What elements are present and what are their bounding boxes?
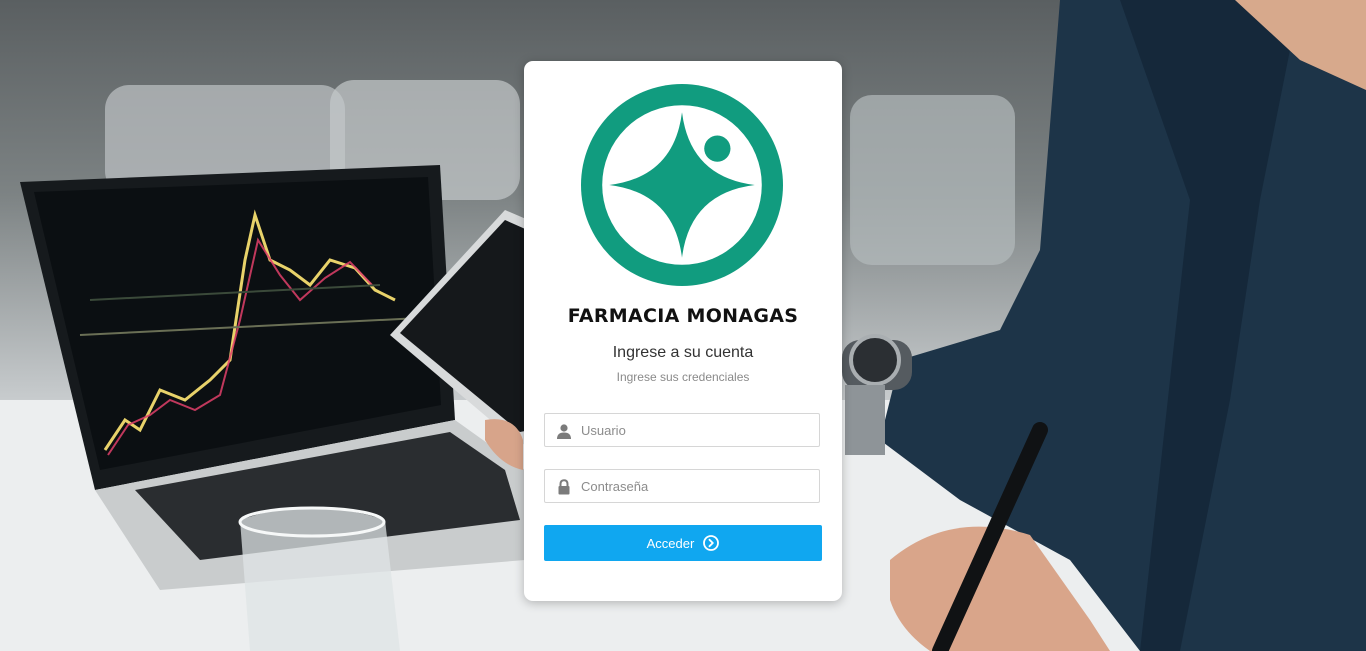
circle-arrow-right-icon [703, 535, 720, 551]
login-button-label: Acceder [646, 535, 695, 551]
login-card: FARMACIA MONAGAS Ingrese a su cuenta Ing… [524, 61, 842, 601]
password-input[interactable] [581, 470, 813, 502]
lock-icon [558, 479, 570, 495]
username-field[interactable] [544, 413, 820, 447]
login-button[interactable]: Acceder [544, 525, 822, 561]
username-input[interactable] [581, 414, 813, 446]
brand-name: FARMACIA MONAGAS [567, 305, 799, 327]
login-heading: Ingrese a su cuenta [612, 344, 754, 361]
login-subheading: Ingrese sus credenciales [616, 370, 750, 384]
pharmacy-logo [581, 84, 783, 286]
user-icon [557, 424, 571, 439]
password-field[interactable] [544, 469, 820, 503]
